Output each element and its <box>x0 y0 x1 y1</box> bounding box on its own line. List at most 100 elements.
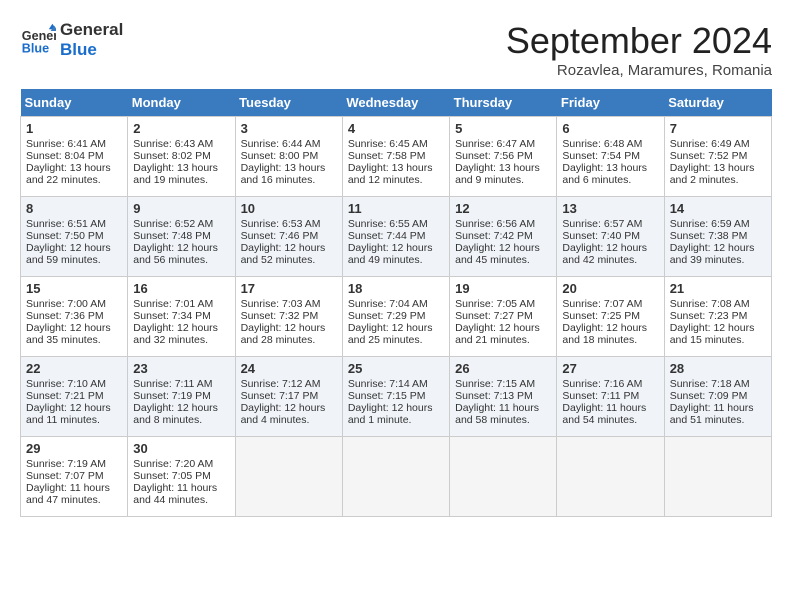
col-saturday: Saturday <box>664 89 771 117</box>
sunset: Sunset: 7:56 PM <box>455 150 533 162</box>
sunset: Sunset: 7:15 PM <box>348 390 426 402</box>
day-number: 16 <box>133 281 229 296</box>
day-cell-25: 25Sunrise: 7:14 AMSunset: 7:15 PMDayligh… <box>342 357 449 437</box>
daylight-label: Daylight: 11 hours and 51 minutes. <box>670 402 754 426</box>
day-number: 30 <box>133 441 229 456</box>
day-number: 5 <box>455 121 551 136</box>
sunset: Sunset: 7:46 PM <box>241 230 319 242</box>
sunset: Sunset: 7:27 PM <box>455 310 533 322</box>
day-cell-21: 21Sunrise: 7:08 AMSunset: 7:23 PMDayligh… <box>664 277 771 357</box>
calendar-week-4: 15Sunrise: 7:00 AMSunset: 7:36 PMDayligh… <box>21 277 772 357</box>
sunrise: Sunrise: 6:49 AM <box>670 138 750 150</box>
sunrise: Sunrise: 6:57 AM <box>562 218 642 230</box>
daylight-label: Daylight: 13 hours and 19 minutes. <box>133 162 218 186</box>
sunrise: Sunrise: 6:53 AM <box>241 218 321 230</box>
daylight-label: Daylight: 12 hours and 35 minutes. <box>26 322 111 346</box>
sunrise: Sunrise: 7:03 AM <box>241 298 321 310</box>
sunrise: Sunrise: 6:48 AM <box>562 138 642 150</box>
sunset: Sunset: 7:54 PM <box>562 150 640 162</box>
sunrise: Sunrise: 7:12 AM <box>241 378 321 390</box>
day-cell-9: 9 Sunrise: 6:52 AMSunset: 7:48 PMDaylight… <box>128 197 235 277</box>
day-number: 9 <box>133 201 229 216</box>
day-number: 21 <box>670 281 766 296</box>
location: Rozavlea, Maramures, Romania <box>506 62 772 79</box>
sunrise: Sunrise: 7:01 AM <box>133 298 213 310</box>
day-cell-19: 19Sunrise: 7:05 AMSunset: 7:27 PMDayligh… <box>450 277 557 357</box>
sunrise: Sunrise: 6:52 AM <box>133 218 213 230</box>
day-cell-28: 28Sunrise: 7:18 AMSunset: 7:09 PMDayligh… <box>664 357 771 437</box>
sunrise: Sunrise: 7:15 AM <box>455 378 535 390</box>
daylight-label: Daylight: 12 hours and 15 minutes. <box>670 322 755 346</box>
day-number: 7 <box>670 121 766 136</box>
logo: General Blue General Blue <box>20 20 123 61</box>
daylight-label: Daylight: 12 hours and 59 minutes. <box>26 242 111 266</box>
empty-cell <box>342 437 449 517</box>
col-monday: Monday <box>128 89 235 117</box>
calendar-week-1: 1Sunrise: 6:41 AMSunset: 8:04 PMDaylight… <box>21 117 772 197</box>
day-number: 4 <box>348 121 444 136</box>
sunset: Sunset: 7:13 PM <box>455 390 533 402</box>
calendar-body: 1Sunrise: 6:41 AMSunset: 8:04 PMDaylight… <box>21 117 772 517</box>
daylight-label: Daylight: 12 hours and 56 minutes. <box>133 242 218 266</box>
daylight-label: Daylight: 13 hours and 9 minutes. <box>455 162 540 186</box>
logo-icon: General Blue <box>20 22 56 58</box>
daylight-label: Daylight: 12 hours and 8 minutes. <box>133 402 218 426</box>
sunset: Sunset: 7:05 PM <box>133 470 211 482</box>
daylight-label: Daylight: 11 hours and 58 minutes. <box>455 402 539 426</box>
day-number: 18 <box>348 281 444 296</box>
day-cell-6: 6Sunrise: 6:48 AMSunset: 7:54 PMDaylight… <box>557 117 664 197</box>
sunrise: Sunrise: 7:00 AM <box>26 298 106 310</box>
day-number: 28 <box>670 361 766 376</box>
daylight-label: Daylight: 12 hours and 25 minutes. <box>348 322 433 346</box>
sunset: Sunset: 7:44 PM <box>348 230 426 242</box>
col-thursday: Thursday <box>450 89 557 117</box>
calendar-week-5: 22Sunrise: 7:10 AMSunset: 7:21 PMDayligh… <box>21 357 772 437</box>
daylight-label: Daylight: 13 hours and 2 minutes. <box>670 162 755 186</box>
day-cell-12: 12Sunrise: 6:56 AMSunset: 7:42 PMDayligh… <box>450 197 557 277</box>
day-cell-5: 5Sunrise: 6:47 AMSunset: 7:56 PMDaylight… <box>450 117 557 197</box>
day-number: 25 <box>348 361 444 376</box>
daylight-label: Daylight: 12 hours and 28 minutes. <box>241 322 326 346</box>
day-number: 19 <box>455 281 551 296</box>
daylight-label: Daylight: 12 hours and 18 minutes. <box>562 322 647 346</box>
sunset: Sunset: 7:29 PM <box>348 310 426 322</box>
sunset: Sunset: 7:09 PM <box>670 390 748 402</box>
empty-cell <box>557 437 664 517</box>
daylight-label: Daylight: 11 hours and 47 minutes. <box>26 482 110 506</box>
daylight-label: Daylight: 13 hours and 12 minutes. <box>348 162 433 186</box>
day-cell-8: 8Sunrise: 6:51 AMSunset: 7:50 PMDaylight… <box>21 197 128 277</box>
day-cell-18: 18Sunrise: 7:04 AMSunset: 7:29 PMDayligh… <box>342 277 449 357</box>
day-number: 13 <box>562 201 658 216</box>
sunset: Sunset: 7:48 PM <box>133 230 211 242</box>
day-cell-16: 16Sunrise: 7:01 AMSunset: 7:34 PMDayligh… <box>128 277 235 357</box>
day-number: 15 <box>26 281 122 296</box>
day-number: 12 <box>455 201 551 216</box>
day-cell-15: 15Sunrise: 7:00 AMSunset: 7:36 PMDayligh… <box>21 277 128 357</box>
svg-text:Blue: Blue <box>22 42 49 56</box>
calendar-header: SundayMondayTuesdayWednesdayThursdayFrid… <box>21 89 772 117</box>
day-cell-13: 13Sunrise: 6:57 AMSunset: 7:40 PMDayligh… <box>557 197 664 277</box>
day-cell-26: 26Sunrise: 7:15 AMSunset: 7:13 PMDayligh… <box>450 357 557 437</box>
daylight-label: Daylight: 11 hours and 44 minutes. <box>133 482 217 506</box>
day-cell-3: 3Sunrise: 6:44 AMSunset: 8:00 PMDaylight… <box>235 117 342 197</box>
sunset: Sunset: 8:04 PM <box>26 150 104 162</box>
calendar-week-3: 8Sunrise: 6:51 AMSunset: 7:50 PMDaylight… <box>21 197 772 277</box>
day-cell-29: 29Sunrise: 7:19 AMSunset: 7:07 PMDayligh… <box>21 437 128 517</box>
logo-blue: Blue <box>60 40 123 60</box>
sunrise: Sunrise: 7:16 AM <box>562 378 642 390</box>
daylight-label: Daylight: 12 hours and 32 minutes. <box>133 322 218 346</box>
daylight-label: Daylight: 12 hours and 21 minutes. <box>455 322 540 346</box>
daylight-label: Daylight: 12 hours and 4 minutes. <box>241 402 326 426</box>
sunrise: Sunrise: 7:10 AM <box>26 378 106 390</box>
daylight-label: Daylight: 13 hours and 22 minutes. <box>26 162 111 186</box>
sunset: Sunset: 7:17 PM <box>241 390 319 402</box>
sunrise: Sunrise: 6:44 AM <box>241 138 321 150</box>
sunset: Sunset: 7:11 PM <box>562 390 639 402</box>
calendar-week-6: 29Sunrise: 7:19 AMSunset: 7:07 PMDayligh… <box>21 437 772 517</box>
day-number: 17 <box>241 281 337 296</box>
month-title: September 2024 <box>506 20 772 62</box>
col-wednesday: Wednesday <box>342 89 449 117</box>
sunrise: Sunrise: 6:41 AM <box>26 138 106 150</box>
daylight-label: Daylight: 12 hours and 11 minutes. <box>26 402 111 426</box>
empty-cell <box>450 437 557 517</box>
